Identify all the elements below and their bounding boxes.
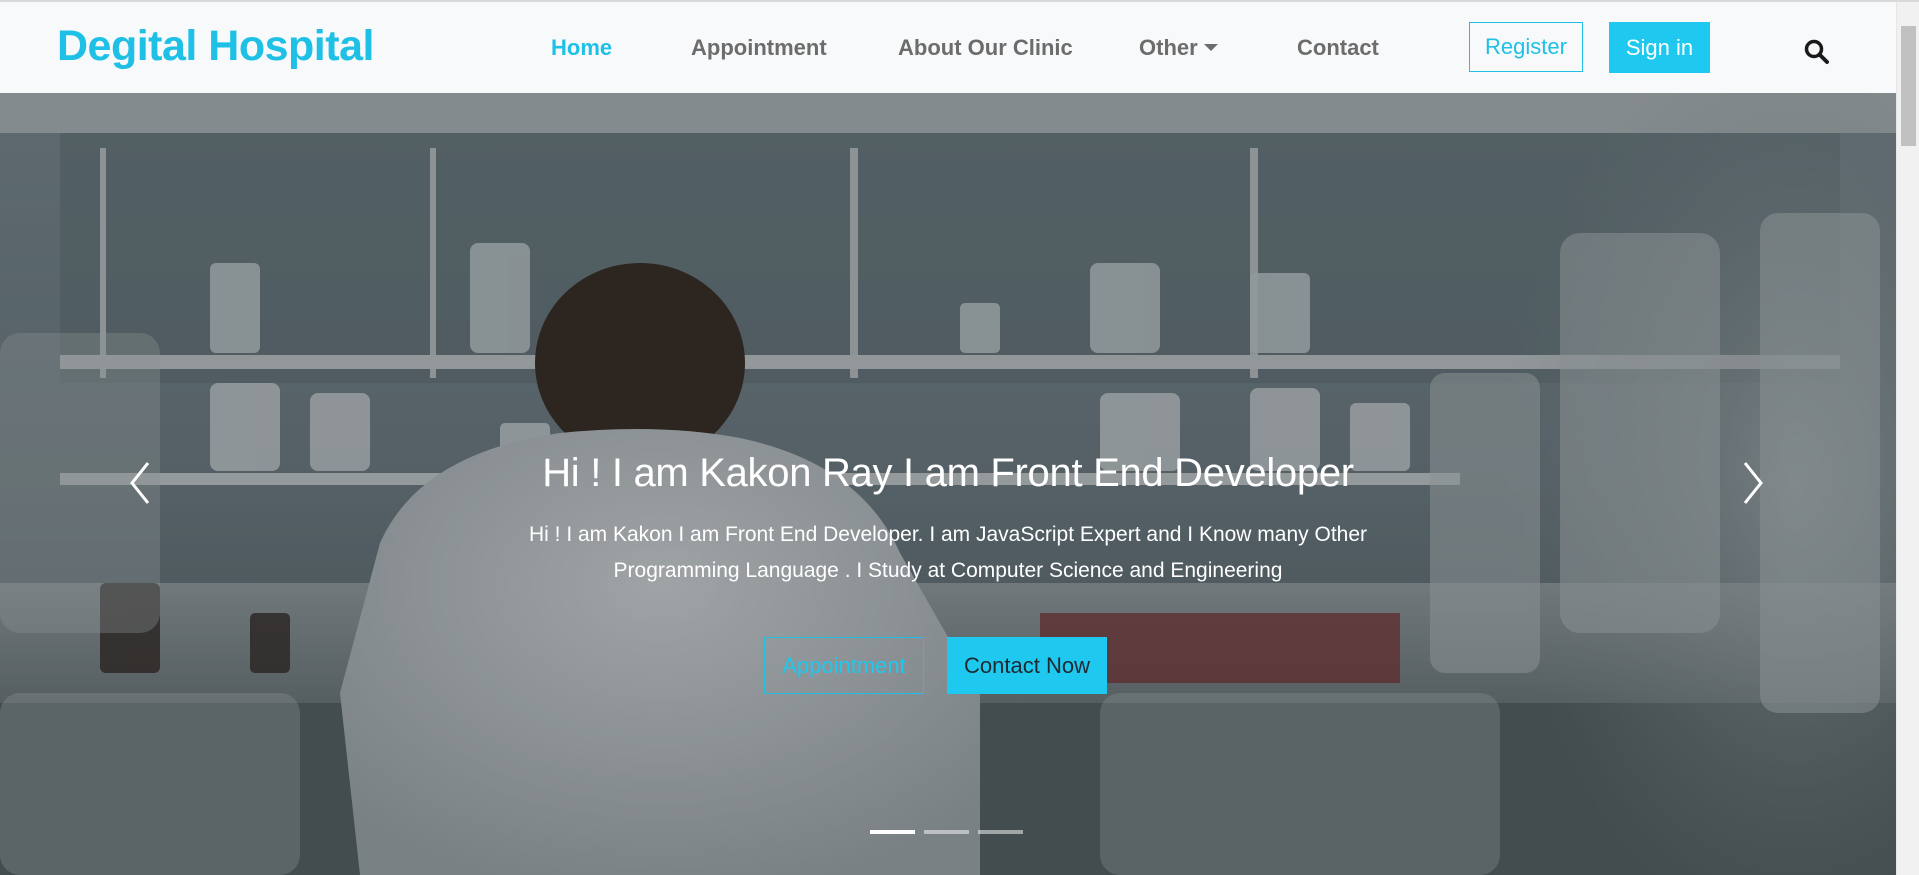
caret-down-icon: [1203, 44, 1218, 51]
carousel-indicator-3[interactable]: [978, 830, 1023, 834]
nav-other-dropdown[interactable]: Other: [1139, 35, 1218, 61]
hero-title: Hi ! I am Kakon Ray I am Front End Devel…: [542, 451, 1354, 495]
nav-home[interactable]: Home: [551, 35, 612, 61]
hero-contact-now-button[interactable]: Contact Now: [947, 637, 1107, 694]
scrollbar-thumb[interactable]: [1901, 26, 1916, 146]
page: Degital Hospital Home Appointment About …: [0, 0, 1919, 875]
hero-description: Hi ! I am Kakon I am Front End Developer…: [528, 523, 1368, 582]
hero-appointment-button[interactable]: Appointment: [764, 637, 924, 694]
carousel-indicator-2[interactable]: [924, 830, 969, 834]
nav-about-our-clinic[interactable]: About Our Clinic: [898, 35, 1073, 61]
nav-other-label: Other: [1139, 35, 1198, 60]
sign-in-button[interactable]: Sign in: [1609, 22, 1710, 73]
nav-appointment[interactable]: Appointment: [691, 35, 827, 61]
hero-carousel: Hi ! I am Kakon Ray I am Front End Devel…: [0, 93, 1896, 875]
search-icon: [1804, 39, 1829, 64]
search-button[interactable]: [1803, 38, 1831, 66]
carousel-indicator-1[interactable]: [870, 830, 915, 834]
nav-contact[interactable]: Contact: [1297, 35, 1379, 61]
brand-logo[interactable]: Degital Hospital: [57, 22, 374, 71]
register-button[interactable]: Register: [1469, 22, 1583, 72]
vertical-scrollbar[interactable]: [1896, 2, 1919, 875]
navbar: Degital Hospital Home Appointment About …: [0, 2, 1896, 93]
carousel-indicators: [870, 830, 1023, 834]
